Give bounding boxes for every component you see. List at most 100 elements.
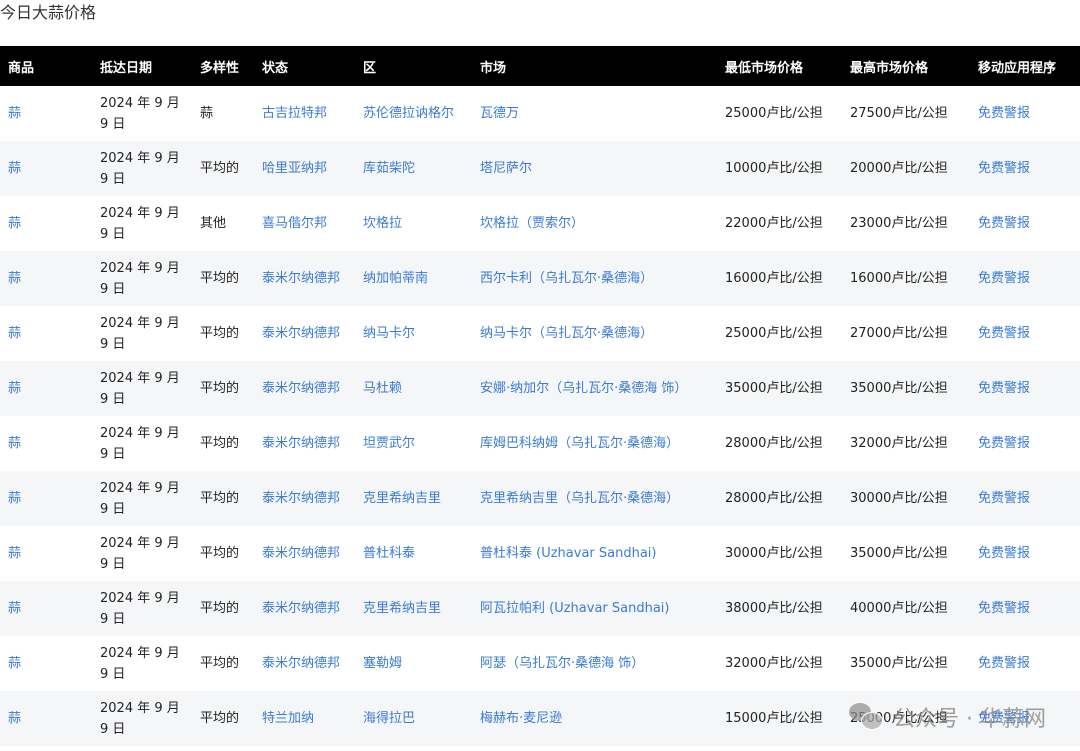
cell-state: 特兰加纳 [254, 691, 355, 746]
commodity-link[interactable]: 蒜 [8, 161, 21, 176]
cell-market: 安娜·纳加尔（乌扎瓦尔·桑德海 饰） [472, 361, 717, 416]
free-alert-link[interactable]: 免费警报 [978, 216, 1030, 231]
state-link[interactable]: 泰米尔纳德邦 [262, 271, 340, 286]
market-link[interactable]: 坎格拉（贾索尔） [480, 216, 584, 231]
market-link[interactable]: 阿瓦拉帕利 (Uzhavar Sandhai) [480, 601, 669, 616]
table-body: 蒜 2024 年 9 月 9 日蒜古吉拉特邦 苏伦德拉讷格尔 瓦德万 25000卢比/公… [0, 86, 1080, 746]
cell-min-price: 28000卢比/公担 [717, 416, 842, 471]
cell-max-price: 20000卢比/公担 [842, 141, 970, 196]
arrival-date: 2024 年 9 月 9 日 [100, 590, 180, 627]
commodity-link[interactable]: 蒜 [8, 271, 21, 286]
free-alert-link[interactable]: 免费警报 [978, 381, 1030, 396]
cell-date: 2024 年 9 月 9 日 [92, 416, 192, 471]
state-link[interactable]: 泰米尔纳德邦 [262, 436, 340, 451]
cell-date: 2024 年 9 月 9 日 [92, 526, 192, 581]
market-link[interactable]: 塔尼萨尔 [480, 161, 532, 176]
cell-app: 免费警报 [970, 581, 1080, 636]
page-title: 今日大蒜价格 [0, 3, 97, 22]
cell-max-price: 25000卢比/公担 [842, 691, 970, 746]
market-link[interactable]: 瓦德万 [480, 106, 519, 121]
market-link[interactable]: 库姆巴科纳姆（乌扎瓦尔·桑德海） [480, 436, 679, 451]
state-link[interactable]: 特兰加纳 [262, 711, 314, 726]
cell-commodity: 蒜 [0, 691, 92, 746]
district-link[interactable]: 库茹柴陀 [363, 161, 415, 176]
min-price: 25000卢比/公担 [725, 326, 823, 341]
min-price: 35000卢比/公担 [725, 381, 823, 396]
commodity-link[interactable]: 蒜 [8, 326, 21, 341]
cell-state: 泰米尔纳德邦 [254, 526, 355, 581]
free-alert-link[interactable]: 免费警报 [978, 656, 1030, 671]
table-row: 蒜 2024 年 9 月 9 日 平均的 泰米尔纳德邦 普杜科泰 普杜科泰 (Uzhava… [0, 526, 1080, 581]
free-alert-link[interactable]: 免费警报 [978, 436, 1030, 451]
table-row: 蒜 2024 年 9 月 9 日 蒜 古吉拉特邦 苏伦德拉讷格尔 瓦德万 25000卢比/公… [0, 86, 1080, 141]
cell-commodity: 蒜 [0, 361, 92, 416]
free-alert-link[interactable]: 免费警报 [978, 161, 1030, 176]
state-link[interactable]: 泰米尔纳德邦 [262, 326, 340, 341]
cell-min-price: 22000卢比/公担 [717, 196, 842, 251]
max-price: 35000卢比/公担 [850, 546, 948, 561]
district-link[interactable]: 马杜赖 [363, 381, 402, 396]
state-link[interactable]: 泰米尔纳德邦 [262, 546, 340, 561]
cell-date: 2024 年 9 月 9 日 [92, 306, 192, 361]
market-link[interactable]: 阿瑟（乌扎瓦尔·桑德海 饰） [480, 656, 644, 671]
commodity-link[interactable]: 蒜 [8, 546, 21, 561]
commodity-link[interactable]: 蒜 [8, 106, 21, 121]
commodity-link[interactable]: 蒜 [8, 216, 21, 231]
cell-app: 免费警报 [970, 691, 1080, 746]
cell-state: 古吉拉特邦 [254, 86, 355, 141]
market-link[interactable]: 梅赫布·麦尼逊 [480, 711, 562, 726]
cell-district: 克里希纳吉里 [355, 581, 472, 636]
state-link[interactable]: 泰米尔纳德邦 [262, 381, 340, 396]
commodity-link[interactable]: 蒜 [8, 381, 21, 396]
state-link[interactable]: 泰米尔纳德邦 [262, 601, 340, 616]
cell-date: 2024 年 9 月 9 日 [92, 251, 192, 306]
cell-max-price: 30000卢比/公担 [842, 471, 970, 526]
cell-district: 海得拉巴 [355, 691, 472, 746]
district-link[interactable]: 坦贾武尔 [363, 436, 415, 451]
cell-variety: 平均的 [192, 581, 254, 636]
commodity-link[interactable]: 蒜 [8, 491, 21, 506]
cell-state: 泰米尔纳德邦 [254, 471, 355, 526]
commodity-link[interactable]: 蒜 [8, 656, 21, 671]
district-link[interactable]: 克里希纳吉里 [363, 601, 441, 616]
arrival-date: 2024 年 9 月 9 日 [100, 425, 180, 462]
market-link[interactable]: 安娜·纳加尔（乌扎瓦尔·桑德海 饰） [480, 381, 687, 396]
cell-district: 普杜科泰 [355, 526, 472, 581]
market-link[interactable]: 西尔卡利（乌扎瓦尔·桑德海） [480, 271, 653, 286]
cell-date: 2024 年 9 月 9 日 [92, 361, 192, 416]
cell-min-price: 35000卢比/公担 [717, 361, 842, 416]
cell-district: 纳马卡尔 [355, 306, 472, 361]
market-link[interactable]: 纳马卡尔（乌扎瓦尔·桑德海） [480, 326, 653, 341]
arrival-date: 2024 年 9 月 9 日 [100, 480, 180, 517]
free-alert-link[interactable]: 免费警报 [978, 546, 1030, 561]
district-link[interactable]: 塞勒姆 [363, 656, 402, 671]
max-price: 27000卢比/公担 [850, 326, 948, 341]
district-link[interactable]: 坎格拉 [363, 216, 402, 231]
district-link[interactable]: 海得拉巴 [363, 711, 415, 726]
free-alert-link[interactable]: 免费警报 [978, 106, 1030, 121]
district-link[interactable]: 普杜科泰 [363, 546, 415, 561]
market-link[interactable]: 普杜科泰 (Uzhavar Sandhai) [480, 546, 656, 561]
state-link[interactable]: 哈里亚纳邦 [262, 161, 327, 176]
state-link[interactable]: 泰米尔纳德邦 [262, 656, 340, 671]
free-alert-link[interactable]: 免费警报 [978, 711, 1030, 726]
commodity-link[interactable]: 蒜 [8, 711, 21, 726]
min-price: 28000卢比/公担 [725, 491, 823, 506]
cell-min-price: 30000卢比/公担 [717, 526, 842, 581]
market-link[interactable]: 克里希纳吉里（乌扎瓦尔·桑德海） [480, 491, 679, 506]
district-link[interactable]: 苏伦德拉讷格尔 [363, 106, 454, 121]
commodity-link[interactable]: 蒜 [8, 601, 21, 616]
district-link[interactable]: 纳马卡尔 [363, 326, 415, 341]
district-link[interactable]: 纳加帕蒂南 [363, 271, 428, 286]
state-link[interactable]: 喜马偕尔邦 [262, 216, 327, 231]
free-alert-link[interactable]: 免费警报 [978, 491, 1030, 506]
free-alert-link[interactable]: 免费警报 [978, 326, 1030, 341]
commodity-link[interactable]: 蒜 [8, 436, 21, 451]
cell-variety: 平均的 [192, 306, 254, 361]
state-link[interactable]: 古吉拉特邦 [262, 106, 327, 121]
free-alert-link[interactable]: 免费警报 [978, 601, 1030, 616]
district-link[interactable]: 克里希纳吉里 [363, 491, 441, 506]
cell-market: 瓦德万 [472, 86, 717, 141]
free-alert-link[interactable]: 免费警报 [978, 271, 1030, 286]
state-link[interactable]: 泰米尔纳德邦 [262, 491, 340, 506]
